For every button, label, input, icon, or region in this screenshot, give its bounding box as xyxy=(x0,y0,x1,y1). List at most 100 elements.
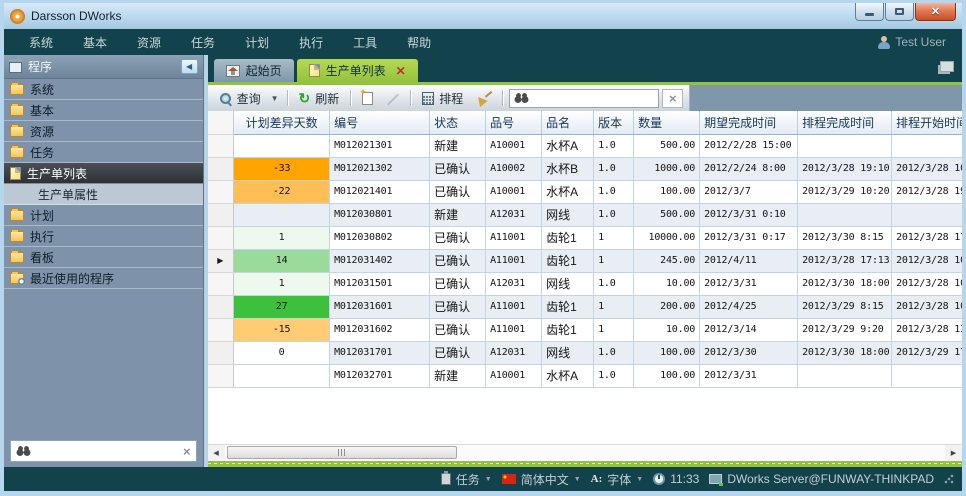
sidebar-item[interactable]: 计划 xyxy=(4,205,203,226)
table-row[interactable]: -15M012031602已确认A11001齿轮1110.002012/3/14… xyxy=(208,318,962,341)
cell-status: 新建 xyxy=(430,134,486,157)
menu-item[interactable]: 执行 xyxy=(284,34,338,51)
cell-pno: A11001 xyxy=(486,249,542,272)
folder-icon xyxy=(10,231,24,242)
tab-active[interactable]: 生产单列表✕ xyxy=(297,59,418,82)
column-header[interactable]: 版本 xyxy=(594,111,634,134)
table-row[interactable]: M012032701新建A10001水杯A1.0100.002012/3/31 xyxy=(208,364,962,387)
row-selector[interactable] xyxy=(208,318,234,341)
menu-item[interactable]: 工具 xyxy=(338,34,392,51)
sidebar-item[interactable]: 最近使用的程序 xyxy=(4,268,203,289)
table-row[interactable]: M012030801新建A12031网线1.0500.002012/3/31 0… xyxy=(208,203,962,226)
schedule-button[interactable]: 排程 xyxy=(417,88,468,109)
cell-pname: 水杯A xyxy=(542,180,594,203)
sidebar-item[interactable]: 资源 xyxy=(4,121,203,142)
column-header[interactable]: 期望完成时间 xyxy=(700,111,798,134)
column-header[interactable]: 数量 xyxy=(634,111,700,134)
table-row[interactable]: ▶14M012031402已确认A11001齿轮11245.002012/4/1… xyxy=(208,249,962,272)
cell-sch_start: 2012/3/28 19:10 xyxy=(892,180,962,203)
menu-item[interactable]: 任务 xyxy=(176,34,230,51)
scroll-left-button[interactable]: ◀ xyxy=(208,445,225,461)
table-row[interactable]: 1M012030802已确认A11001齿轮1110000.002012/3/3… xyxy=(208,226,962,249)
close-tab-icon[interactable]: ✕ xyxy=(396,64,406,78)
sidebar-item[interactable]: 系统 xyxy=(4,79,203,100)
clean-button[interactable] xyxy=(471,89,496,107)
minimize-button[interactable] xyxy=(855,3,884,21)
row-selector[interactable] xyxy=(208,134,234,157)
current-row-marker[interactable]: ▶ xyxy=(208,249,234,272)
horizontal-scrollbar[interactable]: ◀ ▶ xyxy=(208,444,962,461)
query-dropdown-caret[interactable]: ▼ xyxy=(269,92,281,105)
close-button[interactable]: ✕ xyxy=(915,3,956,21)
row-selector[interactable] xyxy=(208,203,234,226)
table-row[interactable]: 0M012031701已确认A12031网线1.0100.002012/3/30… xyxy=(208,341,962,364)
menu-item[interactable]: 资源 xyxy=(122,34,176,51)
cell-ver: 1 xyxy=(594,249,634,272)
clear-sidebar-search-icon[interactable]: × xyxy=(183,445,191,458)
table-filter-input[interactable] xyxy=(534,92,654,104)
edit-order-button[interactable] xyxy=(381,90,404,107)
sidebar-item[interactable]: 执行 xyxy=(4,226,203,247)
column-header[interactable]: 排程完成时间 xyxy=(798,111,892,134)
cell-qty: 100.00 xyxy=(634,341,700,364)
column-header[interactable]: 计划差异天数 xyxy=(234,111,330,134)
tab-inactive[interactable]: 起始页 xyxy=(214,59,294,82)
scrollbar-track[interactable] xyxy=(225,445,945,461)
table-row[interactable]: M012021301新建A10001水杯A1.0500.002012/2/28 … xyxy=(208,134,962,157)
sidebar-item[interactable]: 基本 xyxy=(4,100,203,121)
clear-filter-button[interactable]: × xyxy=(662,89,683,108)
tab-strip: 起始页生产单列表✕ xyxy=(208,55,962,82)
table-row[interactable]: -33M012021302已确认A10002水杯B1.01000.002012/… xyxy=(208,157,962,180)
table-row[interactable]: 27M012031601已确认A11001齿轮11200.002012/4/25… xyxy=(208,295,962,318)
window-frame: Darsson DWorks ✕ 系统基本资源任务计划执行工具帮助 Test U… xyxy=(4,3,962,491)
cell-diff: -15 xyxy=(234,318,330,341)
row-selector[interactable] xyxy=(208,341,234,364)
menu-item[interactable]: 基本 xyxy=(68,34,122,51)
row-selector[interactable] xyxy=(208,364,234,387)
cell-status: 已确认 xyxy=(430,318,486,341)
row-selector[interactable] xyxy=(208,157,234,180)
scrollbar-thumb[interactable] xyxy=(227,446,457,459)
cell-sch_end: 2012/3/30 18:00 xyxy=(798,272,892,295)
user-indicator[interactable]: Test User xyxy=(878,35,952,49)
row-selector[interactable] xyxy=(208,272,234,295)
column-header[interactable]: 状态 xyxy=(430,111,486,134)
menu-item[interactable]: 系统 xyxy=(14,34,68,51)
folder-icon xyxy=(10,252,24,263)
row-selector[interactable] xyxy=(208,295,234,318)
row-selector[interactable] xyxy=(208,226,234,249)
row-selector[interactable] xyxy=(208,180,234,203)
font-selector[interactable]: A: 字体 ▼ xyxy=(591,471,644,488)
sidebar-item-label: 生产单列表 xyxy=(27,165,87,182)
maximize-button[interactable] xyxy=(885,3,914,21)
new-order-button[interactable] xyxy=(357,90,378,107)
collapse-sidebar-button[interactable]: ◀ xyxy=(181,59,198,74)
scroll-right-button[interactable]: ▶ xyxy=(945,445,962,461)
cell-diff: 0 xyxy=(234,341,330,364)
table-row[interactable]: -22M012021401已确认A10001水杯A1.0100.002012/3… xyxy=(208,180,962,203)
query-button[interactable]: 查询 xyxy=(214,88,266,109)
refresh-label: 刷新 xyxy=(315,90,339,107)
sidebar-item[interactable]: 生产单列表 xyxy=(4,163,203,184)
cell-sch_end: 2012/3/28 17:13 xyxy=(798,249,892,272)
cell-sch_end xyxy=(798,364,892,387)
language-selector[interactable]: 简体中文 ▼ xyxy=(502,471,581,488)
refresh-button[interactable]: ↻ 刷新 xyxy=(294,88,345,109)
programs-icon xyxy=(9,62,22,73)
schedule-label: 排程 xyxy=(439,90,463,107)
sidebar-search-input[interactable] xyxy=(36,445,178,457)
column-header[interactable]: 编号 xyxy=(330,111,430,134)
column-header[interactable]: 排程开始时间 xyxy=(892,111,962,134)
cell-pname: 网线 xyxy=(542,341,594,364)
menu-item[interactable]: 帮助 xyxy=(392,34,446,51)
resize-grip[interactable] xyxy=(944,474,954,484)
tab-list-icon[interactable] xyxy=(940,61,954,72)
sidebar-item[interactable]: 看板 xyxy=(4,247,203,268)
column-header[interactable]: 品号 xyxy=(486,111,542,134)
menu-item[interactable]: 计划 xyxy=(230,34,284,51)
sidebar-item[interactable]: 生产单属性 xyxy=(4,184,203,205)
task-menu[interactable]: 任务 ▼ xyxy=(441,471,492,488)
column-header[interactable]: 品名 xyxy=(542,111,594,134)
table-row[interactable]: 1M012031501已确认A12031网线1.010.002012/3/312… xyxy=(208,272,962,295)
sidebar-item[interactable]: 任务 xyxy=(4,142,203,163)
